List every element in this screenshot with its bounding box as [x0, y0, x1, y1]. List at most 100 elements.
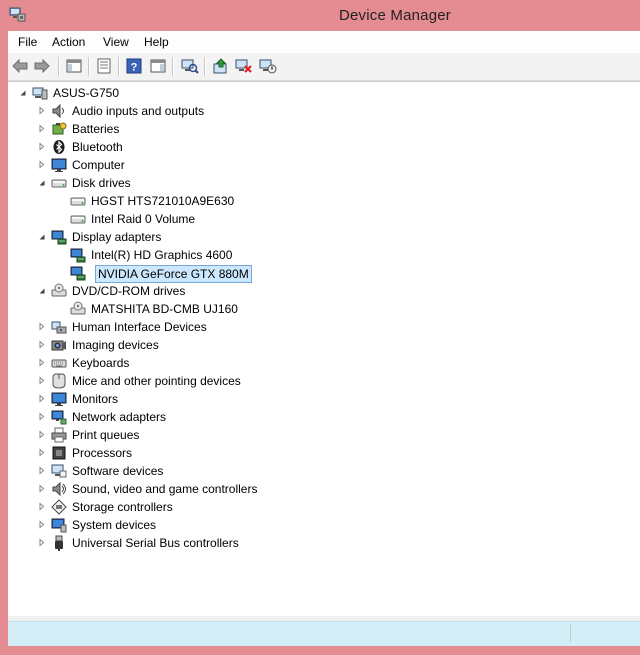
help-icon: ? — [126, 58, 142, 74]
expand-arrow-icon[interactable] — [37, 520, 46, 529]
expand-arrow-icon[interactable] — [37, 358, 46, 367]
hid-icon — [51, 319, 67, 335]
expand-arrow-icon[interactable] — [37, 322, 46, 331]
expand-arrow-icon[interactable] — [37, 502, 46, 511]
tree-node-label: Universal Serial Bus controllers — [72, 536, 239, 550]
expand-arrow-icon[interactable] — [37, 430, 46, 439]
tree-node-matshita-bd-cmb-uj160[interactable]: MATSHITA BD-CMB UJ160 — [8, 300, 628, 318]
collapse-arrow-icon[interactable] — [37, 232, 46, 241]
client-area: File Action View Help ? ASUS-G750 Audio … — [8, 31, 640, 646]
expand-arrow-icon[interactable] — [37, 448, 46, 457]
printer-icon — [51, 427, 67, 443]
tree-node-label: Monitors — [72, 392, 119, 406]
expand-arrow-icon[interactable] — [37, 538, 46, 547]
show-hide-console-tree-button[interactable] — [64, 57, 84, 75]
expand-arrow-icon[interactable] — [37, 484, 46, 493]
update-driver-button[interactable] — [211, 57, 231, 75]
tree-node-computer[interactable]: Computer — [8, 156, 628, 174]
tree-node-label: Sound, video and game controllers — [72, 482, 258, 496]
tree-node-label: Display adapters — [72, 230, 162, 244]
menu-view[interactable]: View — [103, 35, 129, 49]
tree-node-keyboards[interactable]: Keyboards — [8, 354, 628, 372]
device-manager-window: Device Manager File Action View Help ? A… — [0, 0, 640, 655]
speaker-icon — [51, 103, 67, 119]
disk-icon — [70, 193, 86, 209]
expand-arrow-icon[interactable] — [37, 412, 46, 421]
tree-node-label: Audio inputs and outputs — [72, 104, 205, 118]
keyboard-icon — [51, 355, 67, 371]
tree-node-nvidia-geforce-gtx-880m[interactable]: NVIDIA GeForce GTX 880M — [8, 264, 628, 283]
tree-node-monitors[interactable]: Monitors — [8, 390, 628, 408]
enable-device-button[interactable] — [258, 57, 278, 75]
tree-node-disk-drives[interactable]: Disk drives — [8, 174, 628, 192]
tree-node-label: HGST HTS721010A9E630 — [91, 194, 235, 208]
expand-arrow-icon[interactable] — [37, 340, 46, 349]
tree-node-processors[interactable]: Processors — [8, 444, 628, 462]
computer-icon — [32, 85, 48, 101]
software-icon — [51, 463, 67, 479]
collapse-arrow-icon[interactable] — [37, 178, 46, 187]
collapse-arrow-icon[interactable] — [37, 286, 46, 295]
processor-icon — [51, 445, 67, 461]
tree-node-intel-raid-0-volume[interactable]: Intel Raid 0 Volume — [8, 210, 628, 228]
toolbar-separator — [88, 57, 90, 76]
battery-icon — [51, 121, 67, 137]
tree-node-print-queues[interactable]: Print queues — [8, 426, 628, 444]
device-tree[interactable]: ASUS-G750 Audio inputs and outputs Batteri… — [8, 81, 640, 616]
tree-node-storage-controllers[interactable]: Storage controllers — [8, 498, 628, 516]
scan-hardware-button[interactable] — [180, 57, 200, 75]
forward-icon — [34, 59, 50, 73]
expand-arrow-icon[interactable] — [37, 124, 46, 133]
collapse-arrow-icon[interactable] — [18, 88, 27, 97]
properties-button[interactable] — [94, 57, 114, 75]
tree-node-label: Keyboards — [72, 356, 130, 370]
tree-node-label: Human Interface Devices — [72, 320, 207, 334]
expand-arrow-icon[interactable] — [37, 394, 46, 403]
tree-node-label: Bluetooth — [72, 140, 123, 154]
expand-arrow-icon[interactable] — [37, 466, 46, 475]
menu-action[interactable]: Action — [52, 35, 85, 49]
tree-node-dvd-cd-rom-drives[interactable]: DVD/CD-ROM drives — [8, 282, 628, 300]
title-bar[interactable]: Device Manager — [0, 0, 640, 31]
tree-node-sound-video-and-game-controllers[interactable]: Sound, video and game controllers — [8, 480, 628, 498]
tree-node-universal-serial-bus-controllers[interactable]: Universal Serial Bus controllers — [8, 534, 628, 552]
expand-arrow-icon[interactable] — [37, 142, 46, 151]
tree-node-mice-and-other-pointing-devices[interactable]: Mice and other pointing devices — [8, 372, 628, 390]
properties-icon — [97, 58, 111, 74]
camera-icon — [51, 337, 67, 353]
tree-node-intel-hd-graphics-4600[interactable]: Intel(R) HD Graphics 4600 — [8, 246, 628, 264]
tree-node-display-adapters[interactable]: Display adapters — [8, 228, 628, 246]
status-bar — [8, 621, 640, 646]
action-pane-button[interactable] — [148, 57, 168, 75]
tree-node-asus-g750[interactable]: ASUS-G750 — [8, 84, 628, 102]
tree-node-software-devices[interactable]: Software devices — [8, 462, 628, 480]
help-button[interactable]: ? — [124, 57, 144, 75]
action-pane-icon — [150, 59, 166, 73]
tree-node-label: Imaging devices — [72, 338, 159, 352]
tree-node-label: Print queues — [72, 428, 140, 442]
forward-button[interactable] — [32, 57, 52, 75]
toolbar: ? — [8, 53, 640, 81]
tree-node-network-adapters[interactable]: Network adapters — [8, 408, 628, 426]
storage-icon — [51, 499, 67, 515]
toolbar-separator — [172, 57, 174, 76]
back-button[interactable] — [10, 57, 30, 75]
tree-node-bluetooth[interactable]: Bluetooth — [8, 138, 628, 156]
expand-arrow-icon[interactable] — [37, 106, 46, 115]
tree-node-batteries[interactable]: Batteries — [8, 120, 628, 138]
menu-file[interactable]: File — [18, 35, 37, 49]
tree-node-audio-inputs-and-outputs[interactable]: Audio inputs and outputs — [8, 102, 628, 120]
expand-arrow-icon[interactable] — [37, 376, 46, 385]
tree-node-system-devices[interactable]: System devices — [8, 516, 628, 534]
tree-node-human-interface-devices[interactable]: Human Interface Devices — [8, 318, 628, 336]
window-title: Device Manager — [338, 7, 452, 24]
tree-node-imaging-devices[interactable]: Imaging devices — [8, 336, 628, 354]
expand-arrow-icon[interactable] — [37, 160, 46, 169]
monitor-icon — [51, 157, 67, 173]
menu-help[interactable]: Help — [144, 35, 169, 49]
tree-node-label: MATSHITA BD-CMB UJ160 — [91, 302, 238, 316]
tree-node-label: Disk drives — [72, 176, 131, 190]
back-icon — [12, 59, 28, 73]
uninstall-device-button[interactable] — [234, 57, 254, 75]
tree-node-hgst-hts721010a9e630[interactable]: HGST HTS721010A9E630 — [8, 192, 628, 210]
